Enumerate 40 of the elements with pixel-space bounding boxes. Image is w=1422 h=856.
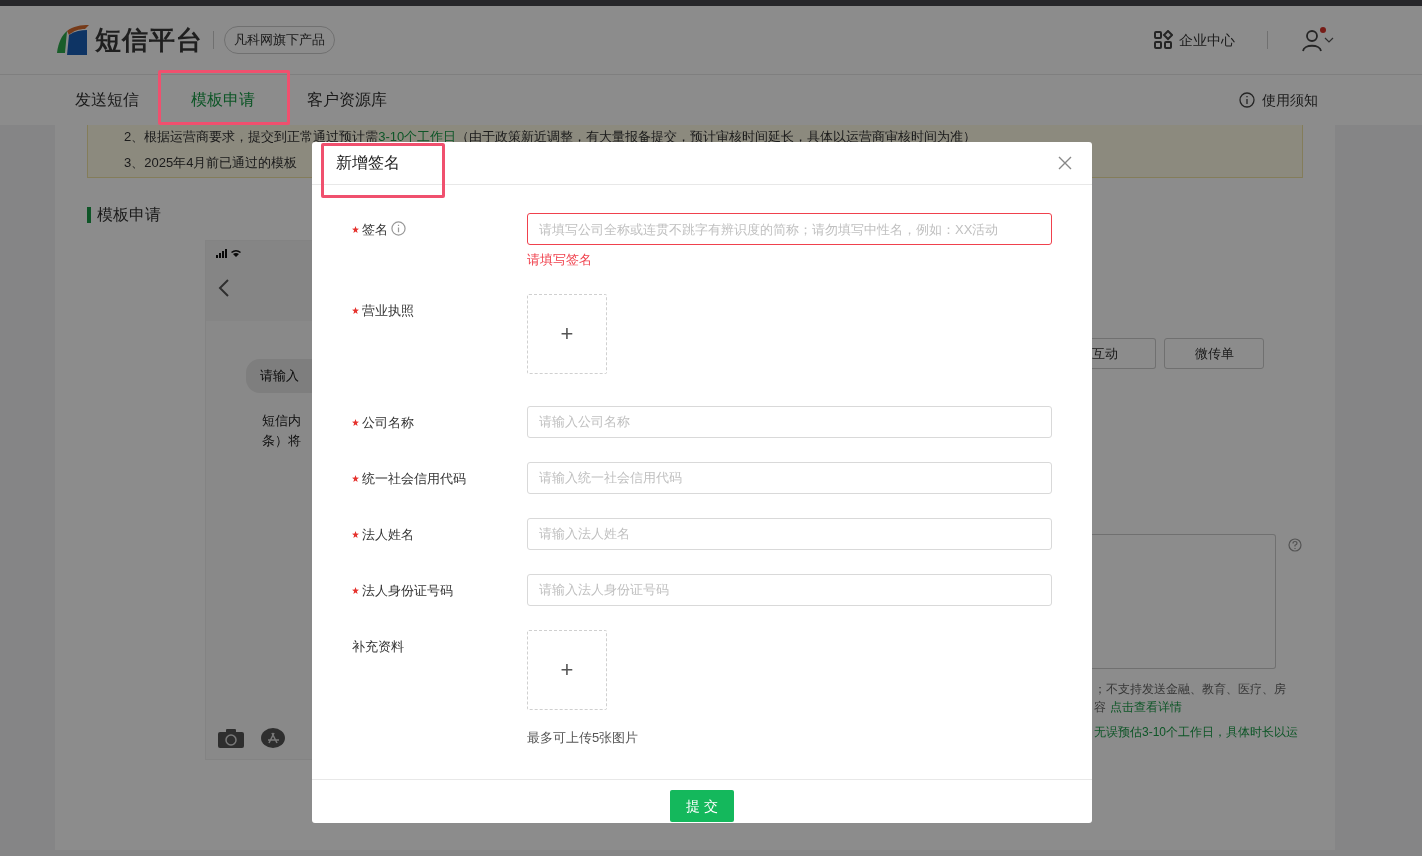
content-text: 条）将: [262, 432, 301, 450]
field-label: 法人姓名: [362, 525, 414, 544]
user-menu[interactable]: [1300, 28, 1334, 52]
field-label: 法人身份证号码: [362, 581, 453, 600]
app-store-icon: [260, 727, 288, 749]
upload-button[interactable]: +: [527, 293, 607, 374]
nav-tab[interactable]: 客户资源库: [307, 75, 387, 125]
help-icon: [1288, 538, 1302, 552]
usage-notes-link[interactable]: 使用须知: [1239, 75, 1318, 125]
error-message: 请填写签名: [527, 251, 592, 270]
chevron-down-icon: [1324, 37, 1334, 43]
type-button[interactable]: 互动: [1092, 338, 1156, 369]
section-title: 模板申请: [97, 205, 161, 225]
content-text: 短信内: [262, 412, 301, 430]
nav-tab[interactable]: 发送短信: [75, 75, 139, 125]
field-label: 补充资料: [352, 637, 404, 656]
review-note: 无误预估3-10个工作日，具体时长以运: [1094, 724, 1299, 741]
user-icon: [1300, 28, 1324, 52]
enterprise-center-link[interactable]: 企业中心: [1153, 29, 1235, 51]
info-icon: [1239, 92, 1255, 108]
grid-icon: [1153, 30, 1173, 50]
back-icon: [218, 279, 230, 297]
field-label: 统一社会信用代码: [362, 469, 466, 488]
signal-icon: [216, 249, 242, 258]
camera-icon: [218, 728, 244, 748]
logo-text: 短信平台: [95, 23, 203, 57]
close-icon[interactable]: [1058, 156, 1072, 171]
field-label: 营业执照: [362, 301, 414, 320]
hint-text: 容: [1094, 699, 1106, 716]
upload-button[interactable]: +: [527, 629, 607, 710]
upload-note: 最多可上传5张图片: [527, 728, 639, 747]
field-label: 签名: [362, 221, 388, 240]
section-marker: [87, 207, 91, 223]
notice-text: 3、2025年4月前已通过的模板: [124, 153, 298, 172]
dialog-title: 新增签名: [336, 153, 400, 174]
details-link[interactable]: 点击查看详情: [1110, 698, 1182, 716]
type-button[interactable]: 微传单: [1164, 338, 1264, 369]
hint-text: ；不支持发送金融、教育、医疗、房: [1094, 681, 1286, 698]
field-label: 公司名称: [362, 413, 414, 432]
logo-icon: [55, 23, 91, 57]
